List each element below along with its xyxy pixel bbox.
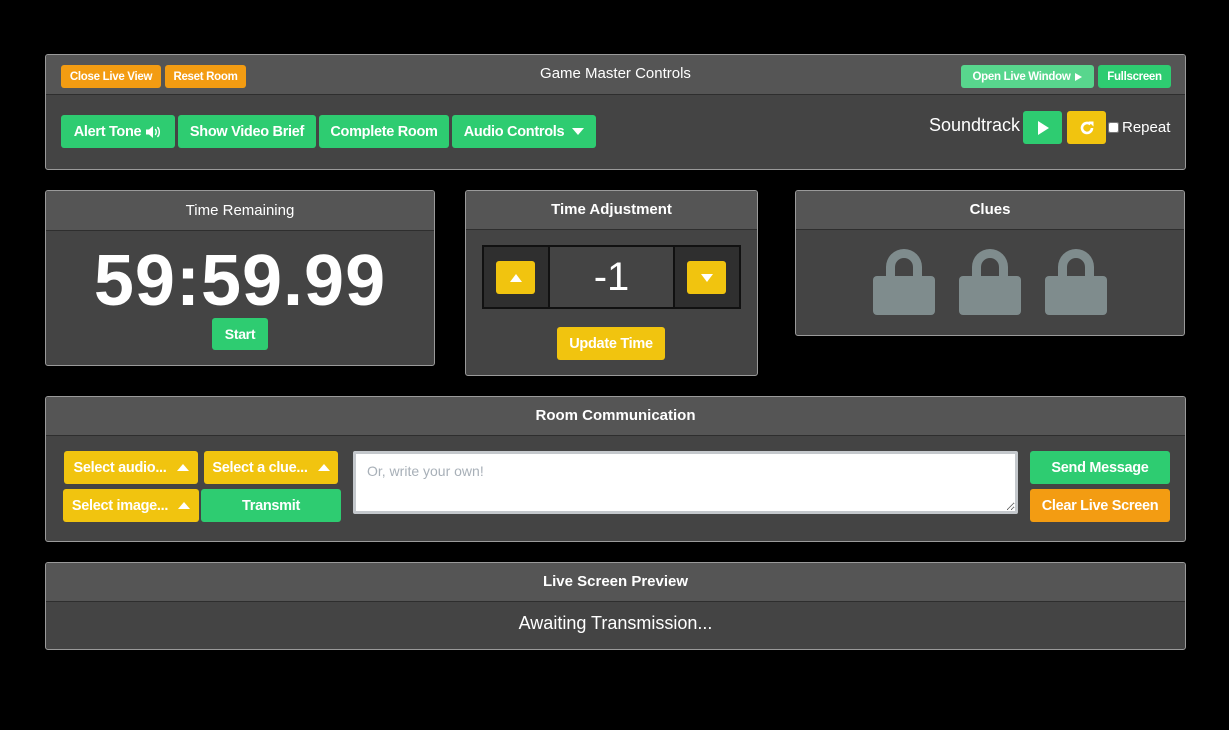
game-master-header: Game Master Controls Close Live View Res… [46, 55, 1185, 95]
alert-tone-label: Alert Tone [73, 123, 142, 140]
soundtrack-label: Soundtrack [929, 115, 1021, 135]
open-live-window-button[interactable]: Open Live Window [961, 65, 1094, 88]
update-time-button[interactable]: Update Time [557, 327, 665, 360]
audio-controls-label: Audio Controls [463, 123, 565, 140]
volume-icon [146, 125, 161, 138]
select-audio-dropdown[interactable]: Select audio... [64, 451, 198, 484]
lock-icon[interactable] [958, 244, 1022, 316]
soundtrack-play-button[interactable] [1023, 111, 1062, 144]
time-adjustment-stepper: -1 [482, 245, 741, 309]
live-preview-header: Live Screen Preview [46, 563, 1185, 602]
lock-icon[interactable] [872, 244, 936, 316]
audio-controls-dropdown[interactable]: Audio Controls [452, 115, 596, 148]
caret-up-icon [509, 273, 522, 282]
time-adjustment-panel: Time Adjustment -1 Update Time [465, 190, 758, 376]
open-live-window-label: Open Live Window [972, 70, 1071, 83]
clear-live-screen-button[interactable]: Clear Live Screen [1030, 489, 1170, 522]
room-communication-header: Room Communication [46, 397, 1185, 436]
select-clue-label: Select a clue... [212, 459, 308, 476]
send-message-button[interactable]: Send Message [1030, 451, 1170, 484]
fullscreen-button[interactable]: Fullscreen [1098, 65, 1171, 88]
adjustment-value: -1 [548, 247, 675, 307]
select-audio-label: Select audio... [73, 459, 167, 476]
caret-up-icon [178, 502, 191, 509]
alert-tone-button[interactable]: Alert Tone [61, 115, 175, 148]
live-preview-status: Awaiting Transmission... [518, 613, 713, 633]
play-icon [1037, 120, 1049, 135]
time-remaining-title: Time Remaining [185, 202, 295, 219]
complete-room-button[interactable]: Complete Room [319, 115, 449, 148]
caret-down-icon [572, 128, 585, 135]
countdown-timer: 59:59.99 [93, 241, 387, 321]
game-master-panel: Game Master Controls Close Live View Res… [45, 54, 1186, 170]
play-icon [1075, 72, 1083, 81]
show-video-brief-button[interactable]: Show Video Brief [178, 115, 316, 148]
time-adjustment-header: Time Adjustment [466, 191, 757, 230]
message-input[interactable] [353, 451, 1018, 514]
soundtrack-restart-button[interactable] [1067, 111, 1106, 144]
caret-up-icon [176, 464, 189, 471]
increment-button[interactable] [496, 261, 535, 294]
caret-down-icon [700, 273, 713, 282]
clues-title: Clues [969, 201, 1011, 218]
live-preview-title: Live Screen Preview [542, 573, 689, 590]
time-adjustment-title: Time Adjustment [551, 201, 672, 218]
select-clue-dropdown[interactable]: Select a clue... [204, 451, 338, 484]
start-button[interactable]: Start [212, 318, 268, 350]
select-image-label: Select image... [71, 497, 169, 514]
caret-up-icon [317, 464, 330, 471]
clues-header: Clues [796, 191, 1184, 230]
increment-cell [484, 247, 548, 307]
decrement-cell [675, 247, 739, 307]
reset-room-button[interactable]: Reset Room [165, 65, 246, 88]
lock-icon[interactable] [1044, 244, 1108, 316]
select-image-dropdown[interactable]: Select image... [63, 489, 199, 522]
repeat-toggle[interactable]: Repeat [1108, 119, 1170, 136]
close-live-view-button[interactable]: Close Live View [61, 65, 161, 88]
live-screen-preview-panel: Live Screen Preview Awaiting Transmissio… [45, 562, 1186, 650]
room-communication-panel: Room Communication Select audio... Selec… [45, 396, 1186, 542]
room-communication-title: Room Communication [535, 407, 696, 424]
time-remaining-panel: Time Remaining 59:59.99 Start [45, 190, 435, 366]
repeat-checkbox[interactable] [1108, 122, 1119, 133]
decrement-button[interactable] [687, 261, 726, 294]
clues-panel: Clues [795, 190, 1185, 336]
refresh-icon [1080, 121, 1093, 134]
transmit-button[interactable]: Transmit [201, 489, 341, 522]
repeat-label: Repeat [1122, 119, 1171, 136]
time-remaining-header: Time Remaining [46, 191, 434, 231]
